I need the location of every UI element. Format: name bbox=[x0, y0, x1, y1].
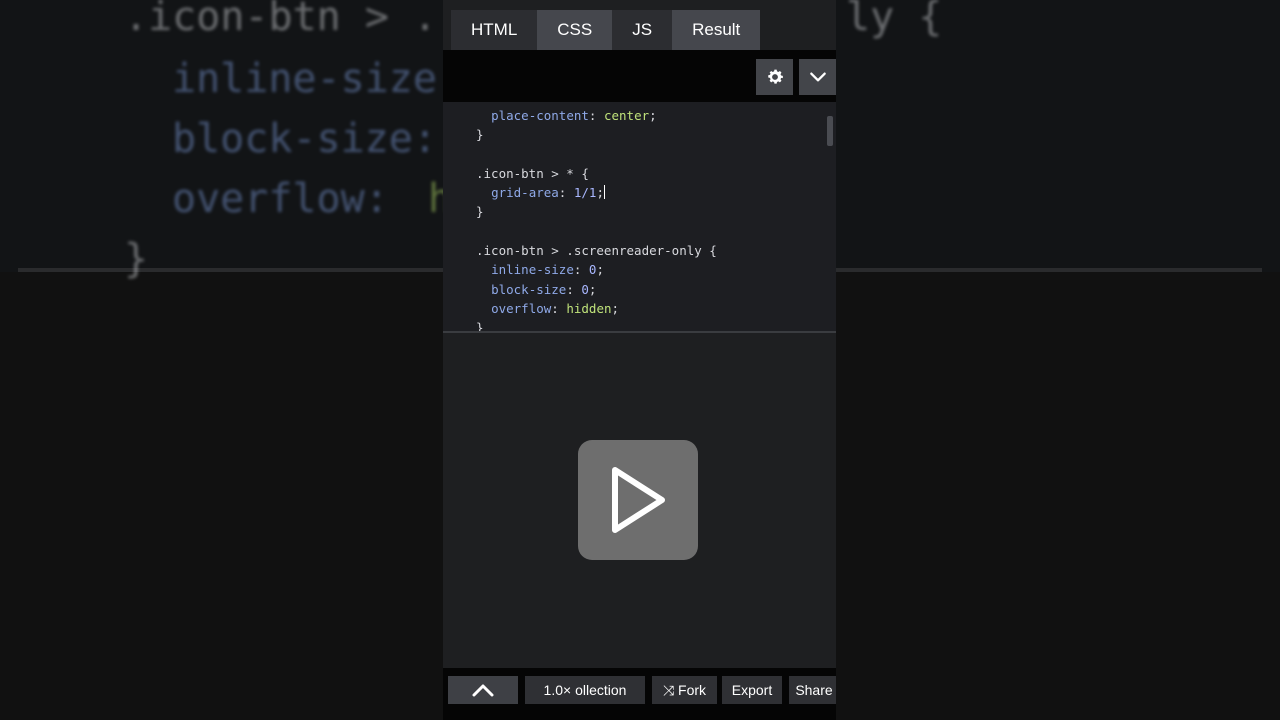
code-value: 0 bbox=[588, 262, 597, 278]
code-text: place-content: center; } .icon-btn > * {… bbox=[476, 106, 717, 332]
code-brace: } bbox=[476, 127, 484, 143]
code-selector: .icon-btn > .screenreader-only { bbox=[476, 243, 717, 259]
settings-button[interactable] bbox=[756, 59, 793, 95]
background-code-line: inline-size bbox=[172, 56, 437, 102]
code-property: overflow bbox=[491, 300, 552, 316]
export-button[interactable]: Export bbox=[722, 676, 782, 704]
fork-label: Fork bbox=[678, 682, 707, 698]
background-code-line: .icon-btn > . bbox=[124, 0, 438, 40]
tab-css[interactable]: CSS bbox=[537, 10, 613, 50]
code-value: center bbox=[603, 108, 650, 123]
play-button[interactable] bbox=[578, 440, 698, 560]
code-value: hidden bbox=[566, 300, 612, 316]
fork-icon: ⤨ bbox=[662, 682, 675, 698]
background-code-line: block-size: bbox=[172, 116, 437, 162]
result-preview bbox=[443, 333, 836, 668]
code-selector: .icon-btn > * { bbox=[476, 165, 589, 181]
css-editor[interactable]: place-content: center; } .icon-btn > * {… bbox=[443, 102, 836, 332]
text-cursor bbox=[603, 185, 605, 200]
code-property: block-size bbox=[491, 281, 567, 297]
tab-html[interactable]: HTML bbox=[451, 10, 538, 50]
play-icon bbox=[612, 467, 665, 533]
background-code-line: overflow: bbox=[172, 176, 413, 222]
editor-scrollbar[interactable] bbox=[827, 116, 833, 146]
background-code-line: } bbox=[124, 236, 149, 282]
code-property: grid-area bbox=[491, 185, 559, 201]
code-value: 1/1 bbox=[573, 185, 597, 201]
editor-toolbar bbox=[443, 50, 836, 102]
expand-console-button[interactable] bbox=[448, 676, 518, 704]
editor-tabs: HTML CSS JS Result bbox=[451, 10, 761, 50]
codepen-panel: HTML CSS JS Result place-content: center… bbox=[443, 0, 836, 720]
collapse-button[interactable] bbox=[799, 59, 836, 95]
tab-result[interactable]: Result bbox=[672, 10, 761, 50]
fork-button[interactable]: ⤨ Fork bbox=[652, 676, 717, 704]
background-code-line: ly { bbox=[846, 0, 943, 40]
gear-icon bbox=[767, 69, 783, 84]
share-button[interactable]: Share bbox=[789, 676, 836, 704]
bottom-bar: 1.0× ollection ⤨ Fork Export Share bbox=[443, 668, 836, 720]
code-brace: } bbox=[476, 204, 484, 220]
code-property: place-content bbox=[491, 108, 589, 123]
code-property: inline-size bbox=[491, 262, 574, 278]
speed-collection-button[interactable]: 1.0× ollection bbox=[525, 676, 645, 704]
chevron-down-icon bbox=[809, 72, 826, 82]
tab-js[interactable]: JS bbox=[612, 10, 673, 50]
chevron-up-icon bbox=[472, 684, 494, 697]
code-value: 0 bbox=[581, 281, 589, 297]
